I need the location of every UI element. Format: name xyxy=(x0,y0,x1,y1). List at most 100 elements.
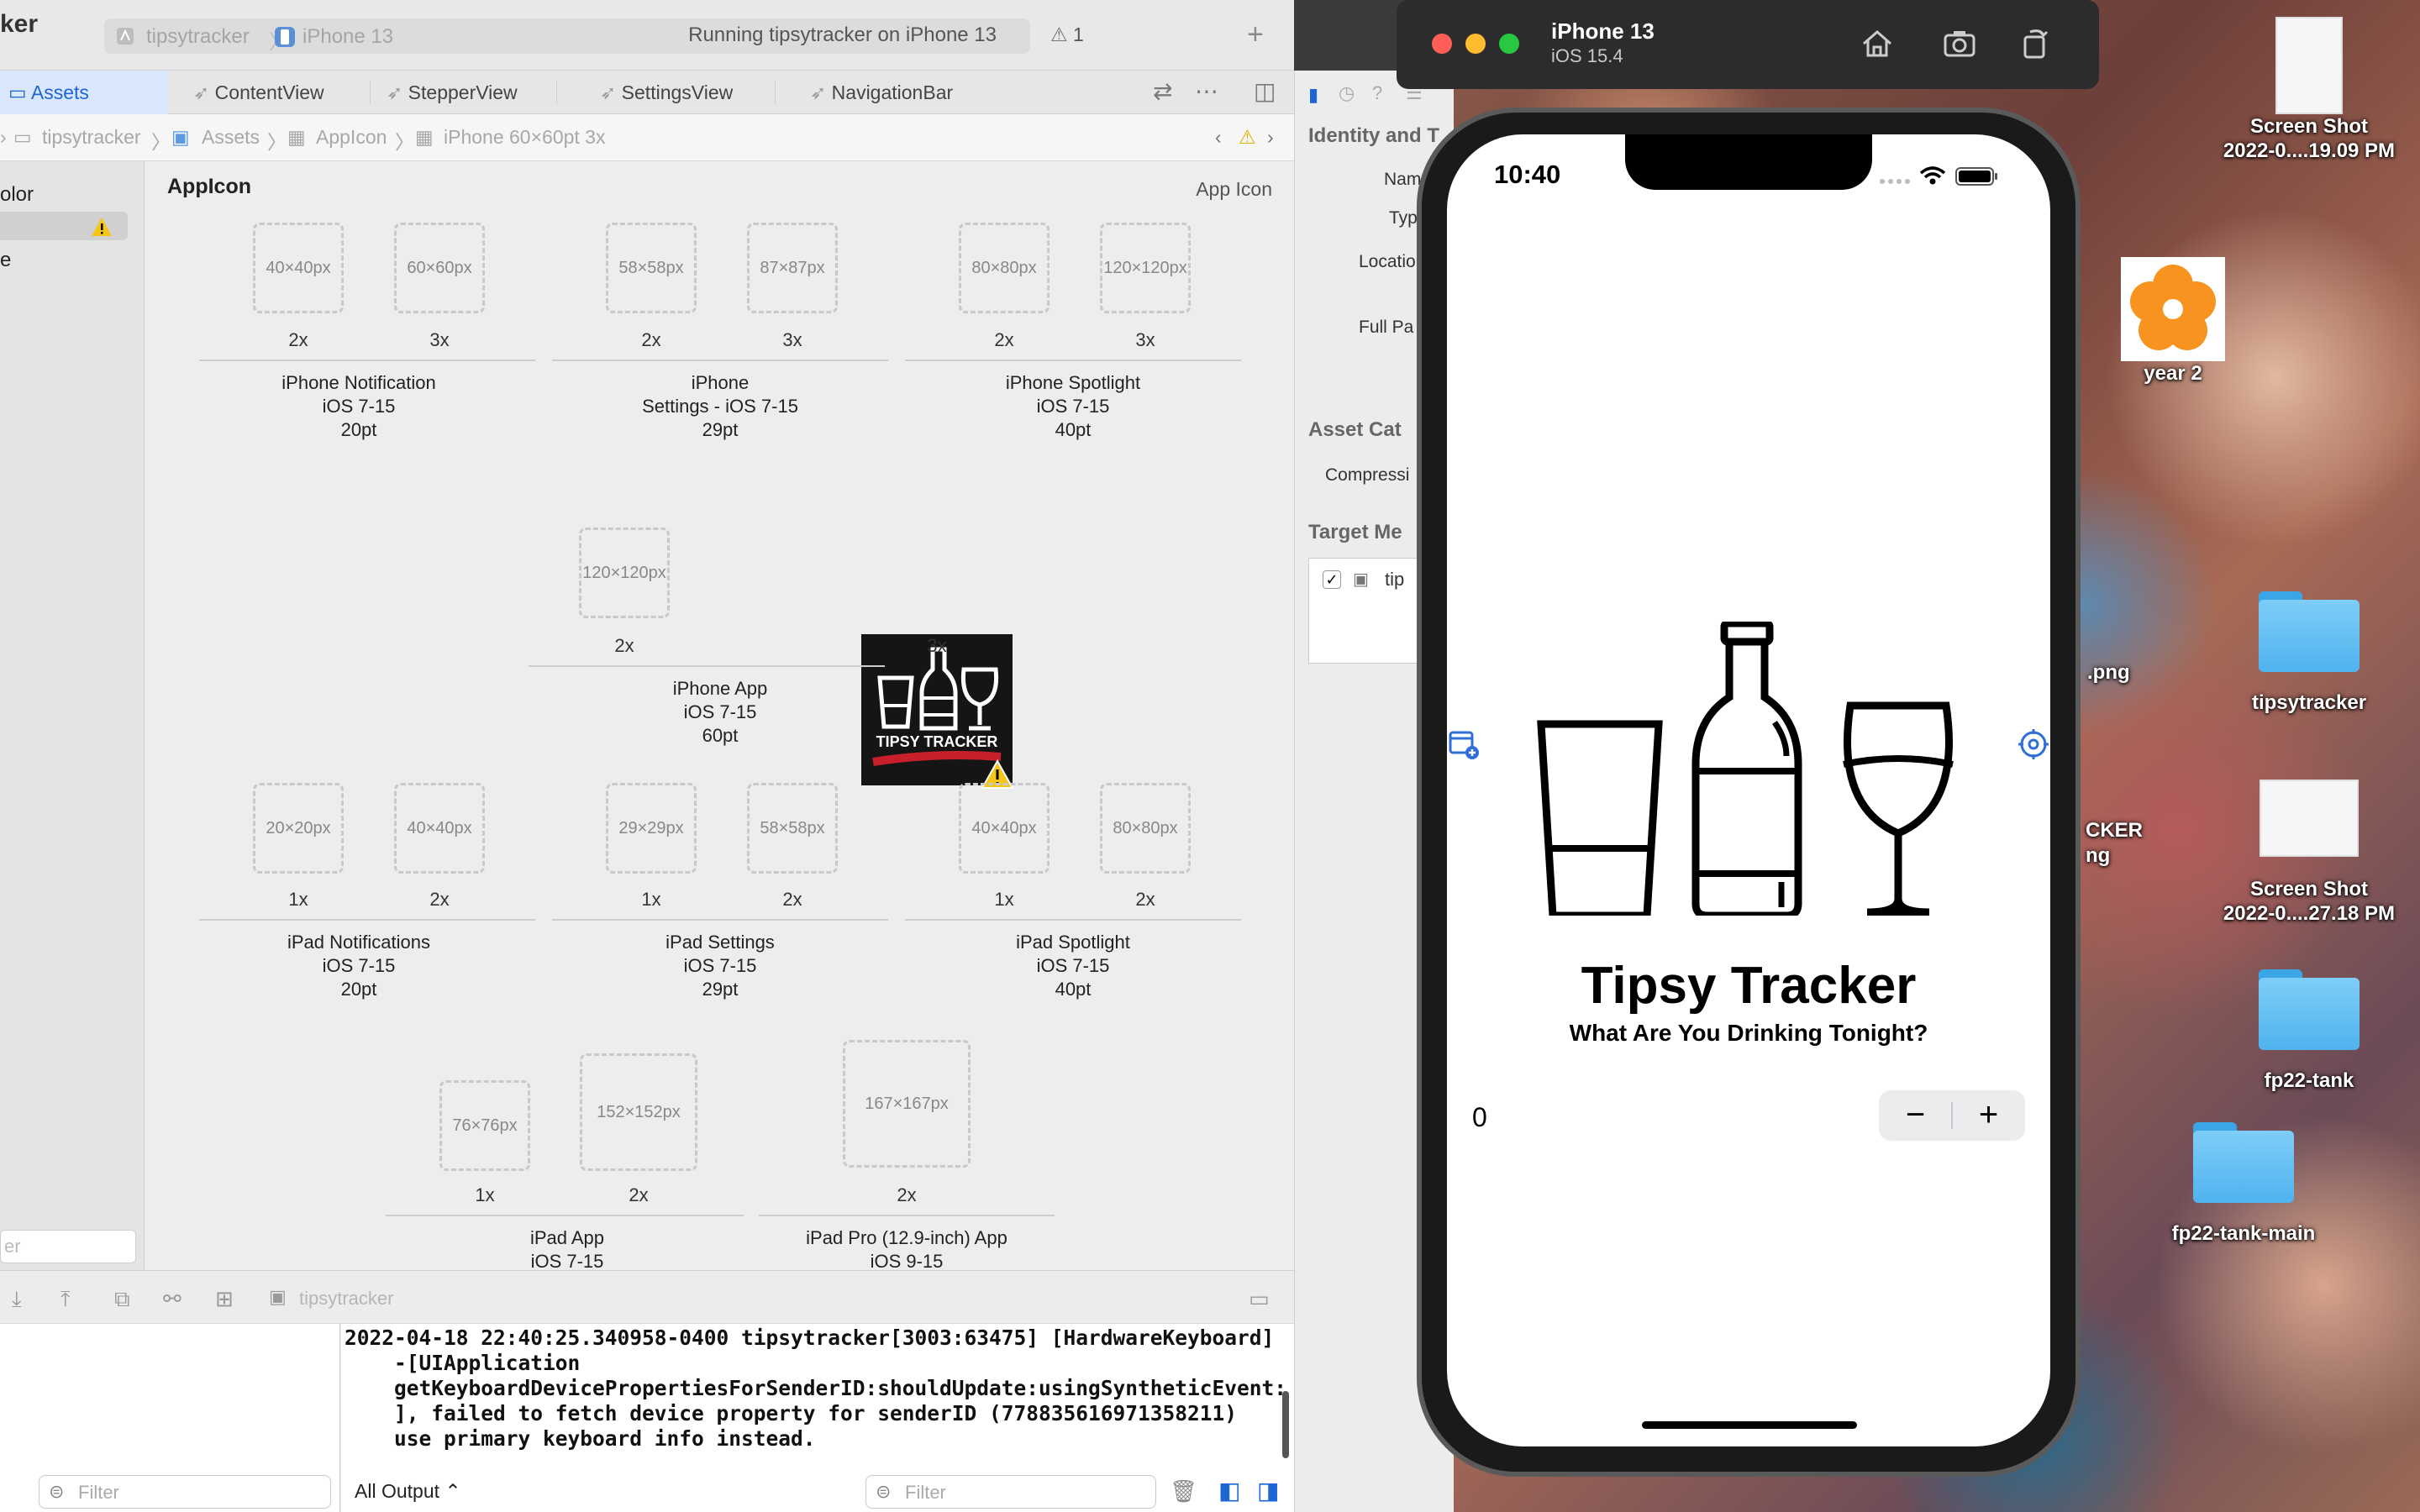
icon-slot[interactable]: 40×40px xyxy=(959,783,1050,874)
icon-slot[interactable]: 20×20px xyxy=(253,783,344,874)
desktop-item-screenshot-1[interactable]: Screen Shot 2022-0....19.09 PM xyxy=(2208,17,2410,163)
step-out-icon[interactable]: ⤒ xyxy=(60,1286,71,1313)
console-output: 2022-04-18 22:40:25.340958-0400 tipsytra… xyxy=(345,1326,1286,1452)
icon-slot[interactable]: 120×120px xyxy=(1100,223,1191,313)
slot-scale: 1x xyxy=(288,889,308,910)
tab-navigationbar[interactable]: ➶ NavigationBar xyxy=(775,71,993,114)
chevron-right-icon: › xyxy=(0,126,7,148)
home-indicator[interactable] xyxy=(1642,1421,1857,1429)
screenshot-camera-icon[interactable] xyxy=(1941,25,1978,62)
hide-debug-area-icon[interactable]: ▭ xyxy=(1249,1286,1270,1312)
debug-view-hierarchy-icon[interactable]: ⧉ xyxy=(114,1286,130,1313)
tab-contentview[interactable]: ➶ ContentView xyxy=(168,71,370,114)
icon-slot[interactable]: 58×58px xyxy=(747,783,838,874)
step-into-icon[interactable]: ⤓ xyxy=(12,1286,22,1313)
simulator-device-icon xyxy=(275,27,295,47)
target-membership-header: Target Me xyxy=(1308,521,1402,543)
filter-icon: ⊜ xyxy=(49,1481,65,1502)
folder-icon xyxy=(2259,591,2360,672)
gear-settings-icon[interactable] xyxy=(2017,727,2050,761)
group-device: iPad Settings xyxy=(666,932,775,953)
icon-slot[interactable]: 29×29px xyxy=(606,783,697,874)
jump-bar-project[interactable]: tipsytracker xyxy=(42,126,141,149)
add-library-button[interactable]: + xyxy=(1247,18,1264,51)
close-window-button[interactable] xyxy=(1432,34,1452,54)
desktop-item-screenshot-2[interactable]: Screen Shot 2022-0....27.18 PM xyxy=(2208,780,2410,926)
image-set-icon: ▦ xyxy=(415,126,434,148)
jump-bar-appicon[interactable]: AppIcon xyxy=(316,126,387,149)
desktop-item-year-2[interactable]: year 2 xyxy=(2072,257,2274,386)
warning-count[interactable]: ⚠ 1 xyxy=(1050,24,1084,46)
minimize-window-button[interactable] xyxy=(1465,34,1486,54)
battery-icon xyxy=(1955,167,1997,186)
file-inspector-icon[interactable]: ▮ xyxy=(1308,84,1318,106)
group-device: iPad Spotlight xyxy=(1016,932,1130,953)
slot-scale: 2x xyxy=(782,889,802,910)
nav-item-color[interactable]: olor xyxy=(0,183,34,207)
jump-bar-assets[interactable]: Assets xyxy=(202,126,260,149)
flower-thumbnail xyxy=(2121,257,2225,361)
tab-settingsview[interactable]: ➶ SettingsView xyxy=(556,71,766,114)
app-target-icon: ▣ xyxy=(269,1286,287,1307)
group-divider xyxy=(529,665,885,667)
jump-bar-slot[interactable]: iPhone 60×60pt 3x xyxy=(444,126,605,149)
icon-slot[interactable]: 60×60px xyxy=(394,223,485,313)
target-checkbox[interactable]: ✓ xyxy=(1323,570,1341,589)
increment-button[interactable]: + xyxy=(1952,1090,2025,1141)
tab-stepperview[interactable]: ➶ StepperView xyxy=(370,71,555,114)
icon-slot[interactable]: 167×167px xyxy=(843,1040,971,1168)
desktop-item-fp22-tank[interactable]: fp22-tank xyxy=(2208,969,2410,1093)
console-filter-field[interactable]: Filter xyxy=(865,1475,1156,1509)
nav-item[interactable]: e xyxy=(0,249,11,272)
split-editor-icon[interactable]: ◫ xyxy=(1254,77,1276,105)
show-variables-icon[interactable]: ◧ xyxy=(1218,1477,1240,1504)
icon-slot[interactable]: 80×80px xyxy=(1100,783,1191,874)
icon-slot[interactable]: 40×40px xyxy=(394,783,485,874)
folder-icon: ▭ xyxy=(13,126,32,148)
console-scrollbar[interactable] xyxy=(1282,1391,1289,1458)
icon-slot[interactable]: 120×120px xyxy=(579,528,670,618)
more-options-icon[interactable]: ⋯ xyxy=(1195,77,1218,105)
zoom-window-button[interactable] xyxy=(1499,34,1519,54)
tab-label: SettingsView xyxy=(621,81,734,103)
warning-triangle-icon[interactable]: ⚠ xyxy=(1239,126,1256,149)
compression-label: Compressi xyxy=(1325,465,1410,485)
environment-overrides-icon[interactable]: ⊞ xyxy=(215,1286,234,1312)
tab-assets[interactable]: ▭ Assets xyxy=(0,71,168,114)
group-divider xyxy=(905,360,1241,361)
destination-selector[interactable]: iPhone 13 xyxy=(302,25,393,49)
navigator-filter-field[interactable]: er xyxy=(0,1230,136,1263)
home-icon[interactable] xyxy=(1859,25,1896,62)
history-inspector-icon[interactable]: ◷ xyxy=(1339,82,1355,104)
scheme-selector[interactable]: tipsytracker xyxy=(146,25,250,49)
chevron-right-icon[interactable]: › xyxy=(1267,126,1274,149)
variables-filter-field[interactable]: Filter xyxy=(39,1475,331,1509)
show-console-icon[interactable]: ◨ xyxy=(1257,1477,1279,1504)
related-items-icon[interactable]: ⇄ xyxy=(1153,77,1172,105)
memory-graph-icon[interactable]: ⚯ xyxy=(163,1286,182,1312)
icon-slot[interactable]: 76×76px xyxy=(439,1080,530,1171)
variables-view: Filter ⊜ xyxy=(0,1324,340,1512)
icon-slot[interactable]: 58×58px xyxy=(606,223,697,313)
bottle-icon xyxy=(1691,622,1802,916)
icon-slot[interactable]: 152×152px xyxy=(580,1053,697,1171)
icon-slot[interactable]: 40×40px xyxy=(253,223,344,313)
desktop-item-tipsytracker[interactable]: tipsytracker xyxy=(2208,591,2410,715)
group-label-iphone-settings: iPhone Settings - iOS 7-15 29pt xyxy=(560,371,880,442)
trash-icon[interactable]: 🗑 xyxy=(1170,1478,1197,1504)
jump-bar: › ▭ tipsytracker 〉 ▣ Assets 〉 ▦ AppIcon … xyxy=(0,114,1294,161)
icon-slot[interactable]: 80×80px xyxy=(959,223,1050,313)
rotate-device-icon[interactable] xyxy=(2017,25,2054,62)
icon-slot[interactable]: 87×87px xyxy=(747,223,838,313)
output-selector[interactable]: All Output ⌃ xyxy=(355,1480,461,1503)
group-device: iPhone xyxy=(691,372,750,393)
chevron-left-icon[interactable]: ‹ xyxy=(1215,126,1222,149)
nav-item-appicon-selected[interactable] xyxy=(0,212,128,240)
calendar-add-icon[interactable] xyxy=(1447,727,1481,761)
group-size: 40pt xyxy=(1055,419,1092,440)
decrement-button[interactable]: − xyxy=(1879,1090,1952,1141)
desktop-item-fp22-tank-main[interactable]: fp22-tank-main xyxy=(2143,1122,2344,1246)
group-os: iOS 7-15 xyxy=(322,396,396,417)
help-inspector-icon[interactable]: ? xyxy=(1372,82,1382,104)
group-device: iPad Notifications xyxy=(287,932,430,953)
